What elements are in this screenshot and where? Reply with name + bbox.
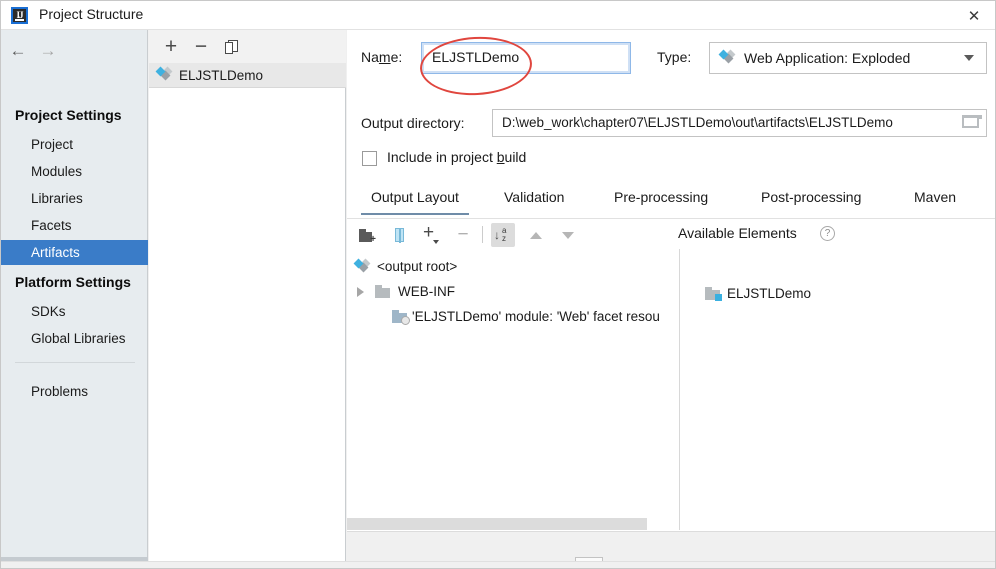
web-application-icon [718, 49, 736, 65]
settings-sidebar: ← → Project Settings Platform Settings P… [1, 30, 148, 568]
tree-horizontal-scrollbar[interactable] [347, 518, 647, 530]
type-select[interactable]: Web Application: Exploded [709, 42, 987, 74]
tabs-underline [347, 218, 995, 219]
folder-icon [375, 285, 391, 298]
artifact-diamond-icon [155, 66, 173, 82]
move-down-icon [562, 231, 574, 239]
output-layout-tree: <output root> WEB-INF 'ELJSTLDemo' modul… [347, 249, 680, 530]
module-folder-icon [705, 287, 722, 301]
copy-icon [224, 40, 238, 54]
sidebar-item-artifacts[interactable]: Artifacts [1, 240, 148, 265]
title-bar: IJ Project Structure ✕ [1, 1, 995, 30]
project-structure-dialog: IJ Project Structure ✕ ← → Project Setti… [0, 0, 996, 569]
output-directory-input[interactable]: D:\web_work\chapter07\ELJSTLDemo\out\art… [492, 109, 987, 137]
artifact-item-label: ELJSTLDemo [179, 67, 264, 83]
sidebar-item-libraries[interactable]: Libraries [1, 186, 148, 211]
browse-folder-icon[interactable] [962, 115, 982, 131]
tree-row[interactable]: ELJSTLDemo [681, 282, 995, 305]
available-elements-tree: ELJSTLDemo [681, 249, 995, 530]
move-up-icon [530, 231, 542, 239]
help-icon[interactable]: ? [820, 226, 835, 241]
move-down-button[interactable] [556, 223, 580, 247]
tab-pre-processing[interactable]: Pre-processing [604, 185, 718, 215]
available-elements-title: Available Elements [678, 225, 797, 241]
artifact-list-panel: + − ELJSTLDemo [149, 30, 346, 568]
tree-node-label: WEB-INF [398, 284, 455, 299]
tree-row[interactable]: 'ELJSTLDemo' module: 'Web' facet resou [347, 305, 679, 328]
tree-node-label: ELJSTLDemo [727, 286, 812, 301]
sidebar-group-platform-settings: Platform Settings [15, 274, 131, 290]
sort-alphabetically-icon: ↓ a z [494, 225, 507, 243]
list-item[interactable]: ELJSTLDemo [149, 63, 346, 87]
name-input[interactable]: ELJSTLDemo [421, 42, 631, 74]
forward-arrow-icon[interactable]: → [37, 41, 59, 61]
copy-artifact-button[interactable] [218, 34, 244, 60]
sidebar-item-project[interactable]: Project [1, 132, 148, 157]
name-label: Name: [361, 49, 403, 65]
artifact-toolbar: + − [149, 30, 346, 63]
create-archive-icon [394, 228, 404, 243]
create-directory-icon: + [359, 228, 376, 244]
sort-alphabetically-button[interactable]: ↓ a z [491, 223, 515, 247]
sidebar-item-sdks[interactable]: SDKs [1, 299, 148, 324]
window-bottom-strip [1, 561, 995, 568]
create-directory-button[interactable]: + [355, 223, 379, 247]
sidebar-item-facets[interactable]: Facets [1, 213, 148, 238]
name-input-value: ELJSTLDemo [432, 49, 520, 65]
tree-node-label: <output root> [377, 259, 458, 274]
close-icon[interactable]: ✕ [951, 1, 995, 30]
output-directory-label: Output directory: [361, 115, 465, 131]
output-directory-value: D:\web_work\chapter07\ELJSTLDemo\out\art… [502, 115, 893, 130]
create-archive-button[interactable] [387, 223, 411, 247]
tab-validation[interactable]: Validation [494, 185, 574, 215]
include-in-project-build-label: Include in project build [387, 149, 527, 165]
artifact-editor-panel: Name: ELJSTLDemo Type: Web Application: … [347, 30, 995, 568]
remove-artifact-button[interactable]: − [188, 34, 214, 60]
type-select-value: Web Application: Exploded [744, 50, 911, 66]
output-layout-toolbar: + + − ↓ a z [347, 221, 995, 249]
sidebar-item-problems[interactable]: Problems [1, 379, 148, 404]
sidebar-divider [15, 362, 135, 363]
chevron-down-icon [964, 55, 974, 61]
add-artifact-button[interactable]: + [158, 34, 184, 60]
back-arrow-icon[interactable]: ← [7, 41, 29, 61]
move-up-button[interactable] [524, 223, 548, 247]
artifact-list-divider [149, 87, 346, 88]
remove-icon: − [457, 224, 469, 245]
toolbar-separator [482, 226, 483, 243]
sidebar-group-project-settings: Project Settings [15, 107, 122, 123]
nav-arrows: ← → [1, 38, 148, 66]
window-title: Project Structure [39, 6, 144, 22]
tab-post-processing[interactable]: Post-processing [751, 185, 871, 215]
tree-row[interactable]: <output root> [347, 255, 679, 278]
chevron-right-icon[interactable] [357, 286, 364, 297]
editor-tabs: Output Layout Validation Pre-processing … [361, 185, 983, 217]
remove-element-button[interactable]: − [451, 223, 475, 247]
tree-node-label: 'ELJSTLDemo' module: 'Web' facet resou [412, 309, 660, 324]
add-copy-of-icon: + [423, 223, 439, 244]
include-in-project-build-checkbox[interactable] [362, 151, 377, 166]
type-label: Type: [657, 49, 692, 65]
tab-output-layout[interactable]: Output Layout [361, 185, 469, 215]
sidebar-item-modules[interactable]: Modules [1, 159, 148, 184]
tree-row[interactable]: WEB-INF [347, 280, 679, 303]
sidebar-item-global-libraries[interactable]: Global Libraries [1, 326, 148, 351]
add-copy-of-button[interactable]: + [419, 223, 443, 247]
intellij-idea-icon: IJ [11, 7, 28, 24]
artifact-diamond-icon [353, 258, 371, 274]
tab-maven[interactable]: Maven [904, 185, 966, 215]
facet-resource-icon [392, 310, 410, 325]
